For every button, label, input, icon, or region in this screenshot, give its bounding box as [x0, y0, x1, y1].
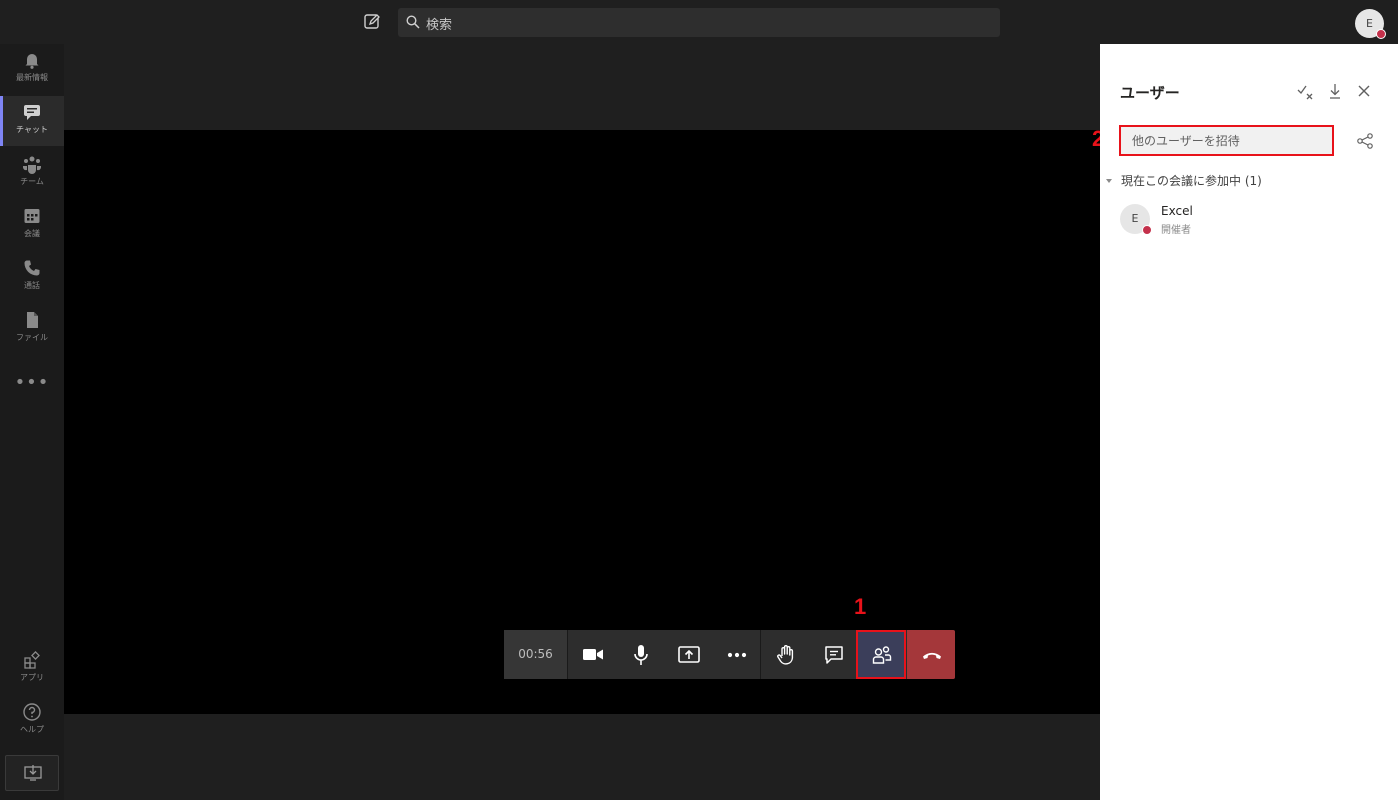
phone-icon — [24, 260, 40, 276]
bell-icon — [25, 54, 39, 69]
compose-icon[interactable] — [362, 12, 382, 32]
participants-panel: ユーザー 現在この会議に参加中 (1) — [1100, 44, 1398, 800]
rail-item-activity[interactable]: 最新情報 — [0, 44, 64, 94]
presence-busy-icon — [1376, 29, 1386, 39]
download-app-button[interactable] — [5, 755, 59, 791]
panel-title: ユーザー — [1120, 84, 1180, 102]
invite-people-input[interactable] — [1121, 127, 1332, 154]
chevron-down-icon — [1106, 179, 1112, 183]
rail-item-meetings[interactable]: 会議 — [0, 200, 64, 250]
share-screen-icon — [678, 646, 700, 663]
rail-item-label: 最新情報 — [16, 73, 48, 82]
mic-button[interactable] — [616, 630, 664, 679]
raise-hand-icon — [777, 645, 794, 665]
more-apps-button[interactable]: ••• — [0, 372, 64, 393]
apps-icon — [24, 651, 40, 669]
section-label: 現在この会議に参加中 (1) — [1121, 174, 1262, 188]
top-bar: 検索 E — [0, 0, 1398, 44]
call-timer: 00:56 — [504, 630, 567, 679]
rail-item-help[interactable]: ヘルプ — [0, 696, 64, 746]
annotation-step-1: 1 — [854, 594, 867, 619]
rail-item-label: アプリ — [20, 673, 44, 682]
help-icon — [23, 703, 41, 721]
rail-item-teams[interactable]: チーム — [0, 148, 64, 198]
chat-icon — [825, 646, 843, 664]
section-in-meeting[interactable]: 現在この会議に参加中 (1) — [1106, 172, 1262, 189]
invite-field-wrapper — [1119, 125, 1334, 156]
search-placeholder: 検索 — [426, 18, 453, 33]
chat-button[interactable] — [809, 630, 857, 679]
rail-item-calls[interactable]: 通話 — [0, 252, 64, 302]
rail-item-apps[interactable]: アプリ — [0, 644, 64, 694]
annotation-highlight-participants — [856, 630, 906, 679]
chat-icon — [24, 105, 40, 120]
participant-initial: E — [1131, 212, 1139, 225]
presence-busy-icon — [1142, 225, 1152, 235]
download-icon — [24, 765, 42, 781]
teams-window: 検索 E 最新情報 チャット チーム 会議 通話 ファイル ••• アプリ ヘル… — [0, 0, 1398, 800]
search-icon — [406, 15, 420, 29]
rail-item-label: 通話 — [24, 281, 40, 290]
rail-item-label: チーム — [20, 177, 44, 186]
more-icon — [727, 652, 747, 658]
search-box[interactable]: 検索 — [398, 8, 1000, 37]
video-stage — [64, 130, 1100, 714]
mic-icon — [634, 645, 648, 665]
participant-item[interactable]: E Excel 開催者 — [1120, 204, 1380, 238]
file-icon — [27, 312, 38, 328]
camera-button[interactable] — [568, 630, 616, 679]
more-actions-button[interactable] — [712, 630, 760, 679]
hangup-icon — [923, 652, 941, 659]
camera-icon — [583, 649, 603, 660]
participant-name: Excel — [1161, 204, 1193, 218]
calendar-icon — [24, 209, 40, 223]
mute-all-icon[interactable] — [1296, 82, 1314, 100]
stage-header — [64, 44, 1100, 130]
rail-item-chat[interactable]: チャット — [0, 96, 64, 146]
teams-icon — [22, 156, 42, 174]
share-screen-button[interactable] — [664, 630, 712, 679]
hangup-button[interactable] — [907, 630, 955, 679]
rail-item-files[interactable]: ファイル — [0, 304, 64, 354]
participant-avatar: E — [1120, 204, 1152, 235]
user-avatar[interactable]: E — [1355, 9, 1386, 39]
rail-item-label: 会議 — [24, 229, 40, 238]
avatar-initial: E — [1366, 17, 1373, 30]
stage-footer — [64, 714, 1100, 800]
share-invite-icon[interactable] — [1356, 132, 1374, 150]
rail-item-label: ファイル — [16, 333, 48, 342]
raise-hand-button[interactable] — [761, 630, 809, 679]
participant-role: 開催者 — [1161, 225, 1191, 236]
close-icon[interactable] — [1355, 82, 1373, 100]
download-attendance-icon[interactable] — [1326, 82, 1344, 100]
rail-item-label: チャット — [16, 125, 48, 134]
app-rail: 最新情報 チャット チーム 会議 通話 ファイル ••• アプリ ヘルプ — [0, 44, 64, 800]
rail-item-label: ヘルプ — [20, 725, 44, 734]
